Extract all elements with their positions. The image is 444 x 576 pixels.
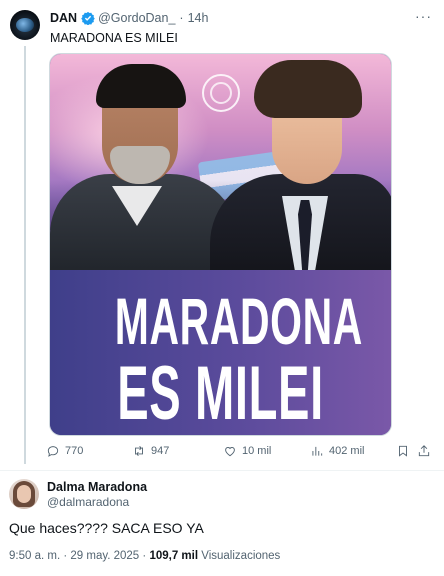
repost-button[interactable]: 947 xyxy=(132,444,169,458)
bookmark-icon xyxy=(399,445,407,457)
left-person-hair xyxy=(96,64,186,108)
media-photo xyxy=(50,54,391,270)
views-count: 402 mil xyxy=(329,445,365,457)
verified-badge-icon xyxy=(81,11,95,25)
heart-icon xyxy=(225,447,235,457)
tweet-action-bar: 770 947 10 mil 402 mil xyxy=(46,444,430,462)
media-title-line-2: ES MILEI xyxy=(117,351,324,436)
repost-icon xyxy=(135,446,143,456)
separator-dot: · xyxy=(179,11,184,25)
tweet-text: Que haces???? SACA ESO YA xyxy=(9,520,204,536)
tweet-header: DAN @GordoDan_ · 14h xyxy=(50,11,208,25)
like-button[interactable]: 10 mil xyxy=(223,444,271,458)
views-label: Visualizaciones xyxy=(201,550,281,562)
tweet-divider xyxy=(0,470,444,471)
views-button[interactable]: 402 mil xyxy=(310,444,364,458)
tweet-meta: 9:50 a. m. · 29 may. 2025 · 109,7 mil Vi… xyxy=(9,550,280,562)
media-title-line-1: MARADONA xyxy=(114,284,363,358)
bookmark-button[interactable] xyxy=(396,444,410,458)
reply-icon xyxy=(47,446,59,457)
display-name[interactable]: Dalma Maradona xyxy=(47,480,147,494)
handle[interactable]: @dalmaradona xyxy=(47,495,129,509)
right-person-hair xyxy=(254,60,362,118)
avatar-face xyxy=(17,485,31,503)
reply-button[interactable]: 770 xyxy=(46,444,83,458)
timestamp[interactable]: 14h xyxy=(188,11,209,25)
thread-connector-line xyxy=(24,46,26,464)
avatar[interactable] xyxy=(9,479,39,509)
display-name[interactable]: DAN xyxy=(50,11,77,25)
handle[interactable]: @GordoDan_ xyxy=(98,11,175,25)
avatar[interactable] xyxy=(10,10,40,40)
tweet-date[interactable]: 29 may. 2025 xyxy=(70,550,139,562)
emblem-logo xyxy=(202,74,240,112)
tweet-text: MARADONA ES MILEI xyxy=(50,31,178,45)
tweet-media-image[interactable]: MARADONA ES MILEI xyxy=(49,53,392,436)
share-icon xyxy=(418,445,430,457)
more-options-icon[interactable]: ··· xyxy=(415,8,432,24)
views-total: 109,7 mil xyxy=(149,550,199,562)
repost-count: 947 xyxy=(151,445,170,457)
avatar-earth-image xyxy=(16,18,34,32)
share-button[interactable] xyxy=(417,444,431,458)
analytics-icon xyxy=(312,446,323,456)
tweet-time[interactable]: 9:50 a. m. xyxy=(9,550,60,562)
like-count: 10 mil xyxy=(242,445,272,457)
reply-count: 770 xyxy=(65,445,84,457)
